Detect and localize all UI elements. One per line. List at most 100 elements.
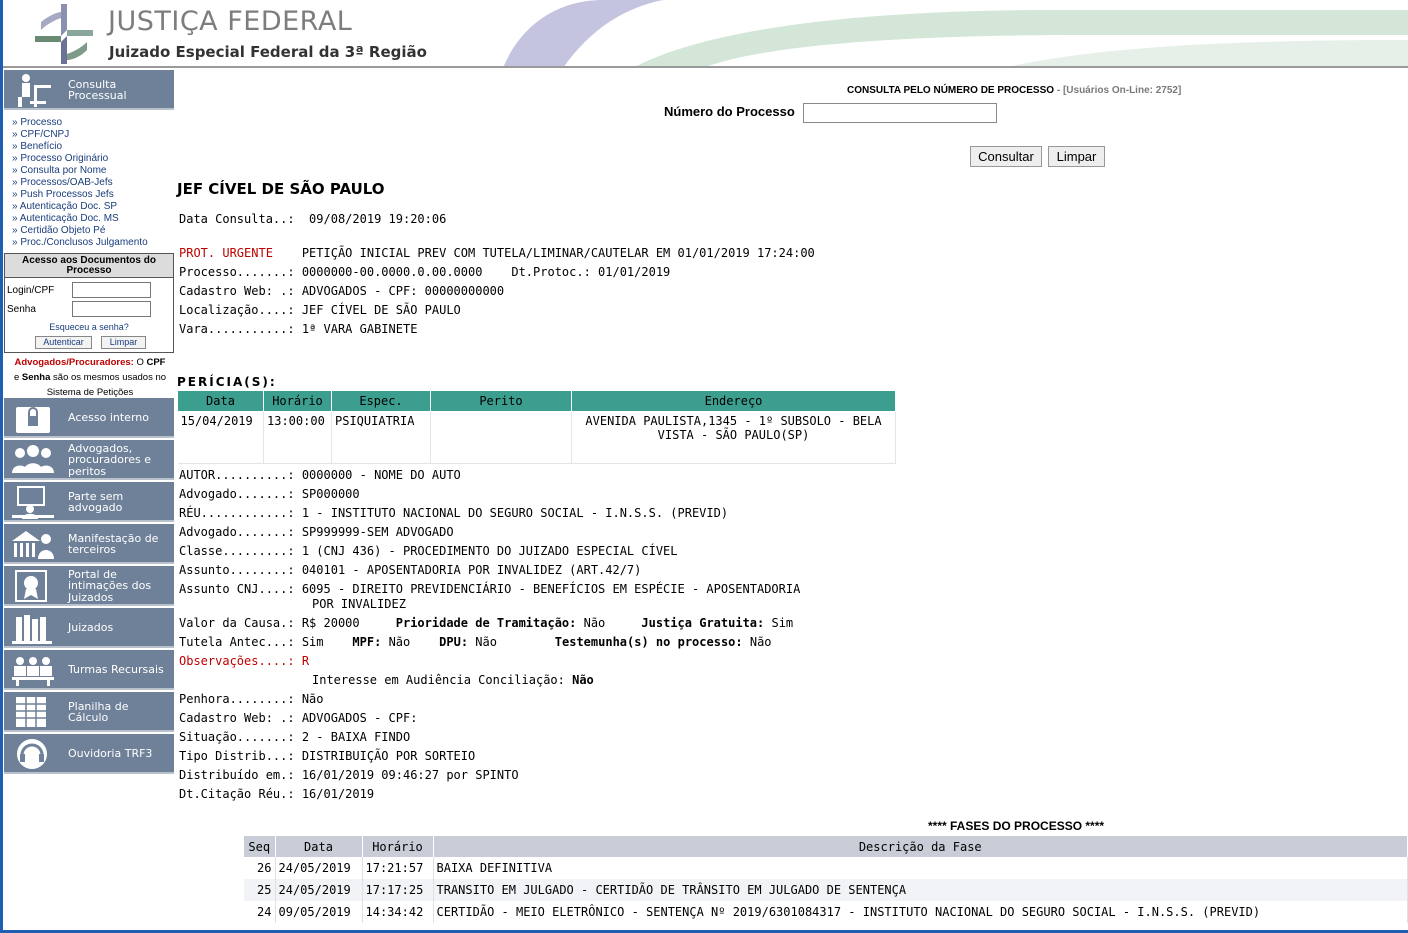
detail-value: Não <box>301 692 324 706</box>
detail-row: Cadastro Web: .: ADVOGADOS - CPF: <box>179 711 417 725</box>
login-cpf-input[interactable] <box>72 282 151 298</box>
tile-planilha-calculo[interactable]: Planilha de Cálculo <box>4 692 174 732</box>
login-note: Advogados/Procuradores: O CPF e Senha sã… <box>5 355 175 400</box>
data-consulta-row: Data Consulta..: 09/08/2019 19:20:06 <box>179 212 446 226</box>
mpf-label: MPF: <box>352 635 382 649</box>
sidebar-link-oab-jefs[interactable]: » Processos/OAB-Jefs <box>12 177 148 189</box>
sidebar-link-certidao[interactable]: » Certidão Objeto Pé <box>12 225 148 237</box>
valor-row: Valor da Causa.: R$ 20000 Prioridade de … <box>179 616 793 630</box>
forgot-password-link[interactable]: Esqueceu a senha? <box>5 322 173 332</box>
lock-folder-icon <box>16 407 50 433</box>
online-users: - [Usuários On-Line: 2752] <box>1054 85 1182 96</box>
tile-label-portal: Portal de intimações dos Juizados <box>68 567 152 604</box>
prot-urgente-label: PROT. URGENTE <box>179 246 273 260</box>
vara-label: Vara...........: <box>179 322 295 336</box>
tile-turmas-recursais[interactable]: Turmas Recursais <box>4 650 174 690</box>
tile-label-juizados: Juizados <box>68 621 114 635</box>
detail-row: Tipo Distrib...: DISTRIBUIÇÃO POR SORTEI… <box>179 749 475 763</box>
vara-value: 1ª VARA GABINETE <box>301 322 418 336</box>
pericia-header-endereco: Endereço <box>571 390 896 412</box>
pericia-cell-horario: 13:00:00 <box>263 411 332 464</box>
localizacao-value: JEF CÍVEL DE SÃO PAULO <box>301 303 461 317</box>
detail-label: Penhora........: <box>179 692 295 706</box>
sidebar-link-autenticacao-ms[interactable]: » Autenticação Doc. MS <box>12 213 148 225</box>
tile-ouvidoria[interactable]: Ouvidoria TRF3 <box>4 734 174 774</box>
fases-title: **** FASES DO PROCESSO **** <box>928 819 1105 833</box>
fases-cell-seq: 24 <box>244 901 276 923</box>
localizacao-label: Localização....: <box>179 303 295 317</box>
tile-advogados[interactable]: Advogados, procuradores e peritos <box>4 440 174 480</box>
sidebar-link-processo-originario[interactable]: » Processo Originário <box>12 153 148 165</box>
processo-label: Processo.......: <box>179 265 295 279</box>
tile-acesso-interno[interactable]: Acesso interno <box>4 398 174 438</box>
note-advogados: Advogados/Procuradores: <box>14 357 134 368</box>
consulta-processual-tile[interactable]: Consulta Processual <box>4 70 174 110</box>
detail-row: Advogado.......: SP999999-SEM ADVOGADO <box>179 525 454 539</box>
detail-label: Tipo Distrib...: <box>179 749 295 763</box>
sidebar-links: » Processo » CPF/CNPJ » Benefício » Proc… <box>12 117 148 249</box>
testemunha-label: Testemunha(s) no processo: <box>554 635 743 649</box>
tile-juizados[interactable]: Juizados <box>4 608 174 648</box>
tile-parte-sem-advogado[interactable]: Parte sem advogado <box>4 482 174 522</box>
sidebar-link-autenticacao-sp[interactable]: » Autenticação Doc. SP <box>12 201 148 213</box>
detail-value: 1 (CNJ 436) - PROCEDIMENTO DO JUIZADO ES… <box>301 544 678 558</box>
pericia-table: Data Horário Espec. Perito Endereço 15/0… <box>177 390 896 464</box>
testemunha-value: Não <box>749 635 772 649</box>
tile-manifestacao[interactable]: Manifestação de terceiros <box>4 524 174 564</box>
processo-row: Processo.......: 0000000-00.0000.0.00.00… <box>179 265 670 279</box>
detail-label: Distribuído em.: <box>179 768 295 782</box>
sidebar-link-cpf-cnpj[interactable]: » CPF/CNPJ <box>12 129 148 141</box>
pericia-cell-perito <box>430 411 572 464</box>
observacoes-value: R <box>301 654 310 668</box>
detail-row: Classe.........: 1 (CNJ 436) - PROCEDIME… <box>179 544 678 558</box>
sidebar-link-push[interactable]: » Push Processos Jefs <box>12 189 148 201</box>
fases-cell-data: 24/05/2019 <box>275 879 363 901</box>
interesse-row: Interesse em Audiência Conciliação: Não <box>312 673 594 687</box>
detail-value: 0000000 - NOME DO AUTO <box>301 468 461 482</box>
sidebar-link-processo[interactable]: » Processo <box>12 117 148 129</box>
fases-table: Seq Data Horário Descrição da Fase 26 24… <box>244 836 1408 923</box>
sidebar-link-consulta-nome[interactable]: » Consulta por Nome <box>12 165 148 177</box>
valor-value: R$ 20000 <box>301 616 360 630</box>
fases-header-descricao: Descrição da Fase <box>433 836 1408 857</box>
autenticar-button[interactable]: Autenticar <box>35 336 92 349</box>
limpar-login-button[interactable]: Limpar <box>101 336 146 349</box>
fases-cell-horario: 14:34:42 <box>362 901 434 923</box>
tutela-row: Tutela Antec...: Sim MPF: Não DPU: Não T… <box>179 635 772 649</box>
fases-cell-descricao: BAIXA DEFINITIVA <box>433 857 1408 879</box>
table-row: 26 24/05/2019 17:21:57 BAIXA DEFINITIVA <box>244 857 1408 879</box>
fases-cell-data: 24/05/2019 <box>275 857 363 879</box>
detail-value: SP999999-SEM ADVOGADO <box>301 525 454 539</box>
pericia-header-perito: Perito <box>430 390 572 412</box>
pericia-cell-endereco: AVENIDA PAULISTA,1345 - 1º SUBSOLO - BEL… <box>571 411 896 464</box>
tile-label-planilha: Planilha de Cálculo <box>68 699 129 724</box>
cadastro-label: Cadastro Web: .: <box>179 284 295 298</box>
sidebar-link-beneficio[interactable]: » Benefício <box>12 141 148 153</box>
cadastro-value: ADVOGADOS - CPF: 00000000000 <box>301 284 505 298</box>
pericia-title: PERÍCIA(S): <box>177 375 277 389</box>
detail-value: 040101 - APOSENTADORIA POR INVALIDEZ (AR… <box>301 563 642 577</box>
senha-input[interactable] <box>72 301 151 317</box>
justica-federal-logo-icon <box>35 4 93 64</box>
search-title: CONSULTA PELO NÚMERO DE PROCESSO - [Usuá… <box>847 85 1181 96</box>
detail-label: Cadastro Web: .: <box>179 711 295 725</box>
dpu-label: DPU: <box>439 635 469 649</box>
tile-label-advogados: Advogados, procuradores e peritos <box>68 441 152 478</box>
detail-label: AUTOR..........: <box>179 468 295 482</box>
detail-value: ADVOGADOS - CPF: <box>301 711 418 725</box>
sidebar-link-conclusos[interactable]: » Proc./Conclusos Julgamento <box>12 237 148 249</box>
numero-processo-input[interactable] <box>803 103 997 123</box>
localizacao-row: Localização....: JEF CÍVEL DE SÃO PAULO <box>179 303 461 317</box>
login-box: Acesso aos Documentos do Processo Login/… <box>4 253 174 353</box>
detail-value: 16/01/2019 09:46:27 por SPINTO <box>301 768 519 782</box>
login-title: Acesso aos Documentos do Processo <box>5 254 173 278</box>
dpu-value: Não <box>475 635 497 649</box>
detail-value: SP000000 <box>301 487 360 501</box>
brand-subtitle: Juizado Especial Federal da 3ª Região <box>109 43 427 61</box>
fases-cell-data: 09/05/2019 <box>275 901 363 923</box>
tile-portal-intimacoes[interactable]: Portal de intimações dos Juizados <box>4 566 174 606</box>
limpar-button[interactable]: Limpar <box>1048 146 1105 167</box>
consultar-button[interactable]: Consultar <box>970 146 1042 167</box>
detail-row: RÉU............: 1 - INSTITUTO NACIONAL … <box>179 506 728 520</box>
table-row: 15/04/2019 13:00:00 PSIQUIATRIA AVENIDA … <box>177 411 896 464</box>
